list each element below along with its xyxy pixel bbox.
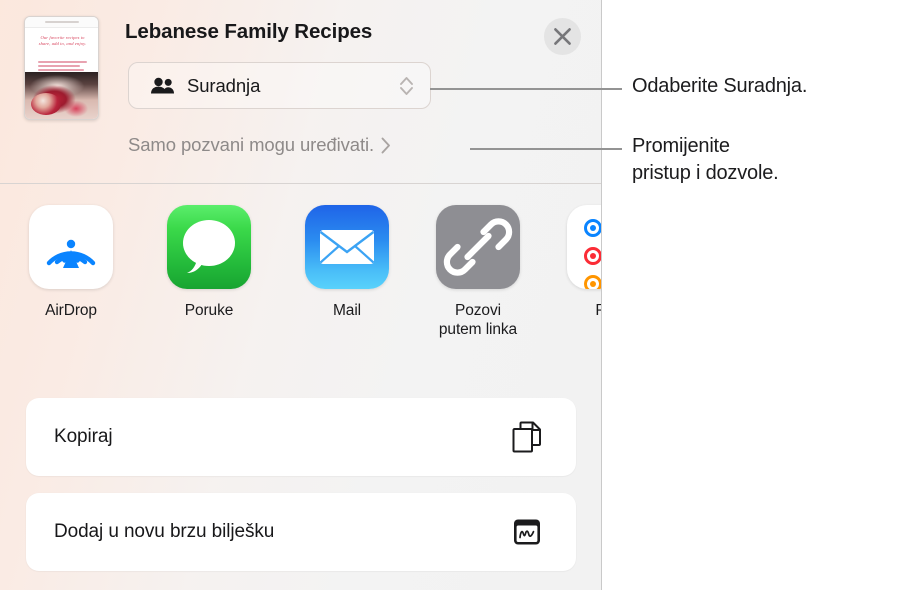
share-target-airdrop[interactable]: AirDrop <box>2 205 140 320</box>
permission-row[interactable]: Samo pozvani mogu uređivati. <box>128 134 391 156</box>
action-add-quick-note[interactable]: Dodaj u novu brzu bilješku <box>26 493 576 571</box>
action-label: Kopiraj <box>54 426 113 447</box>
permission-text: Samo pozvani mogu uređivati. <box>128 134 375 155</box>
airdrop-icon <box>29 205 113 289</box>
page-title: Lebanese Family Recipes <box>125 20 373 43</box>
share-target-mail[interactable]: Mail <box>278 205 416 320</box>
share-target-label: AirDrop <box>45 302 97 319</box>
callout-line-2: pristup i dozvole. <box>632 162 779 184</box>
collaborate-mode-value: Suradnja <box>187 74 261 96</box>
collaborate-mode-select[interactable]: Suradnja <box>128 62 431 109</box>
reminder-dots <box>584 219 601 289</box>
document-thumbnail: Our favorite recipes to share, add to, a… <box>24 16 99 120</box>
thumbnail-heading-text: Our favorite recipes to share, add to, a… <box>38 35 87 46</box>
close-button[interactable] <box>544 18 581 55</box>
action-copy[interactable]: Kopiraj <box>26 398 576 476</box>
share-target-invite-link[interactable]: Pozovi putem linka <box>409 205 547 339</box>
share-target-label: Pod <box>595 301 601 320</box>
up-down-chevron-icon[interactable] <box>399 74 414 98</box>
callout-choose-collaborate: Odaberite Suradnja. <box>632 75 808 97</box>
callout-line-1: Promijenite <box>632 135 730 157</box>
callout-change-permissions: Promijenite pristup i dozvole. <box>632 133 779 187</box>
share-target-label: Pozovi putem linka <box>438 302 518 338</box>
chevron-right-icon <box>381 137 391 154</box>
share-target-label: Mail <box>332 302 362 319</box>
action-label: Dodaj u novu brzu bilješku <box>54 521 275 542</box>
screenshot-root: Our favorite recipes to share, add to, a… <box>0 0 905 590</box>
copy-icon <box>512 421 542 453</box>
messages-icon <box>167 205 251 289</box>
mail-icon <box>305 205 389 289</box>
thumbnail-photo <box>25 72 98 119</box>
share-target-label: Poruke <box>184 302 234 319</box>
reminders-icon <box>567 205 601 289</box>
two-people-icon <box>150 77 175 94</box>
share-target-reminders[interactable]: Pod <box>540 205 601 320</box>
quick-note-icon <box>512 517 542 547</box>
link-icon <box>436 205 520 289</box>
share-target-messages[interactable]: Poruke <box>140 205 278 320</box>
share-targets-row: AirDrop Poruke Mail Pozovi putem linka <box>0 205 601 370</box>
share-sheet-header: Our favorite recipes to share, add to, a… <box>0 0 601 184</box>
callout-leader-line-2 <box>470 148 622 150</box>
callout-leader-line-1 <box>430 88 622 90</box>
thumbnail-toolbar <box>25 17 98 28</box>
